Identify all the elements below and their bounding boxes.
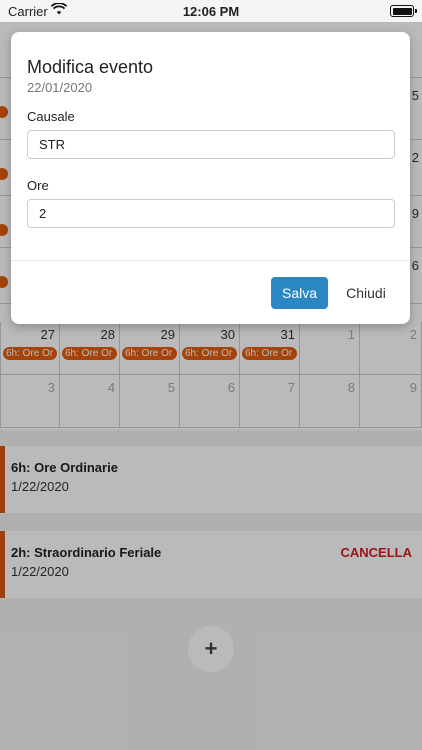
save-button[interactable]: Salva [271,277,328,309]
dialog-divider [11,260,410,261]
edit-event-dialog: Modifica evento 22/01/2020 Causale Ore S… [11,32,410,324]
causale-label: Causale [27,109,75,124]
status-time: 12:06 PM [182,4,240,19]
close-button[interactable]: Chiudi [338,277,394,309]
ore-input[interactable] [27,199,395,228]
ore-label: Ore [27,178,49,193]
dialog-date: 22/01/2020 [27,80,93,95]
dialog-title: Modifica evento [27,57,154,77]
battery-icon [390,5,417,17]
status-bar: Carrier 12:06 PM [0,0,422,22]
causale-input[interactable] [27,130,395,159]
